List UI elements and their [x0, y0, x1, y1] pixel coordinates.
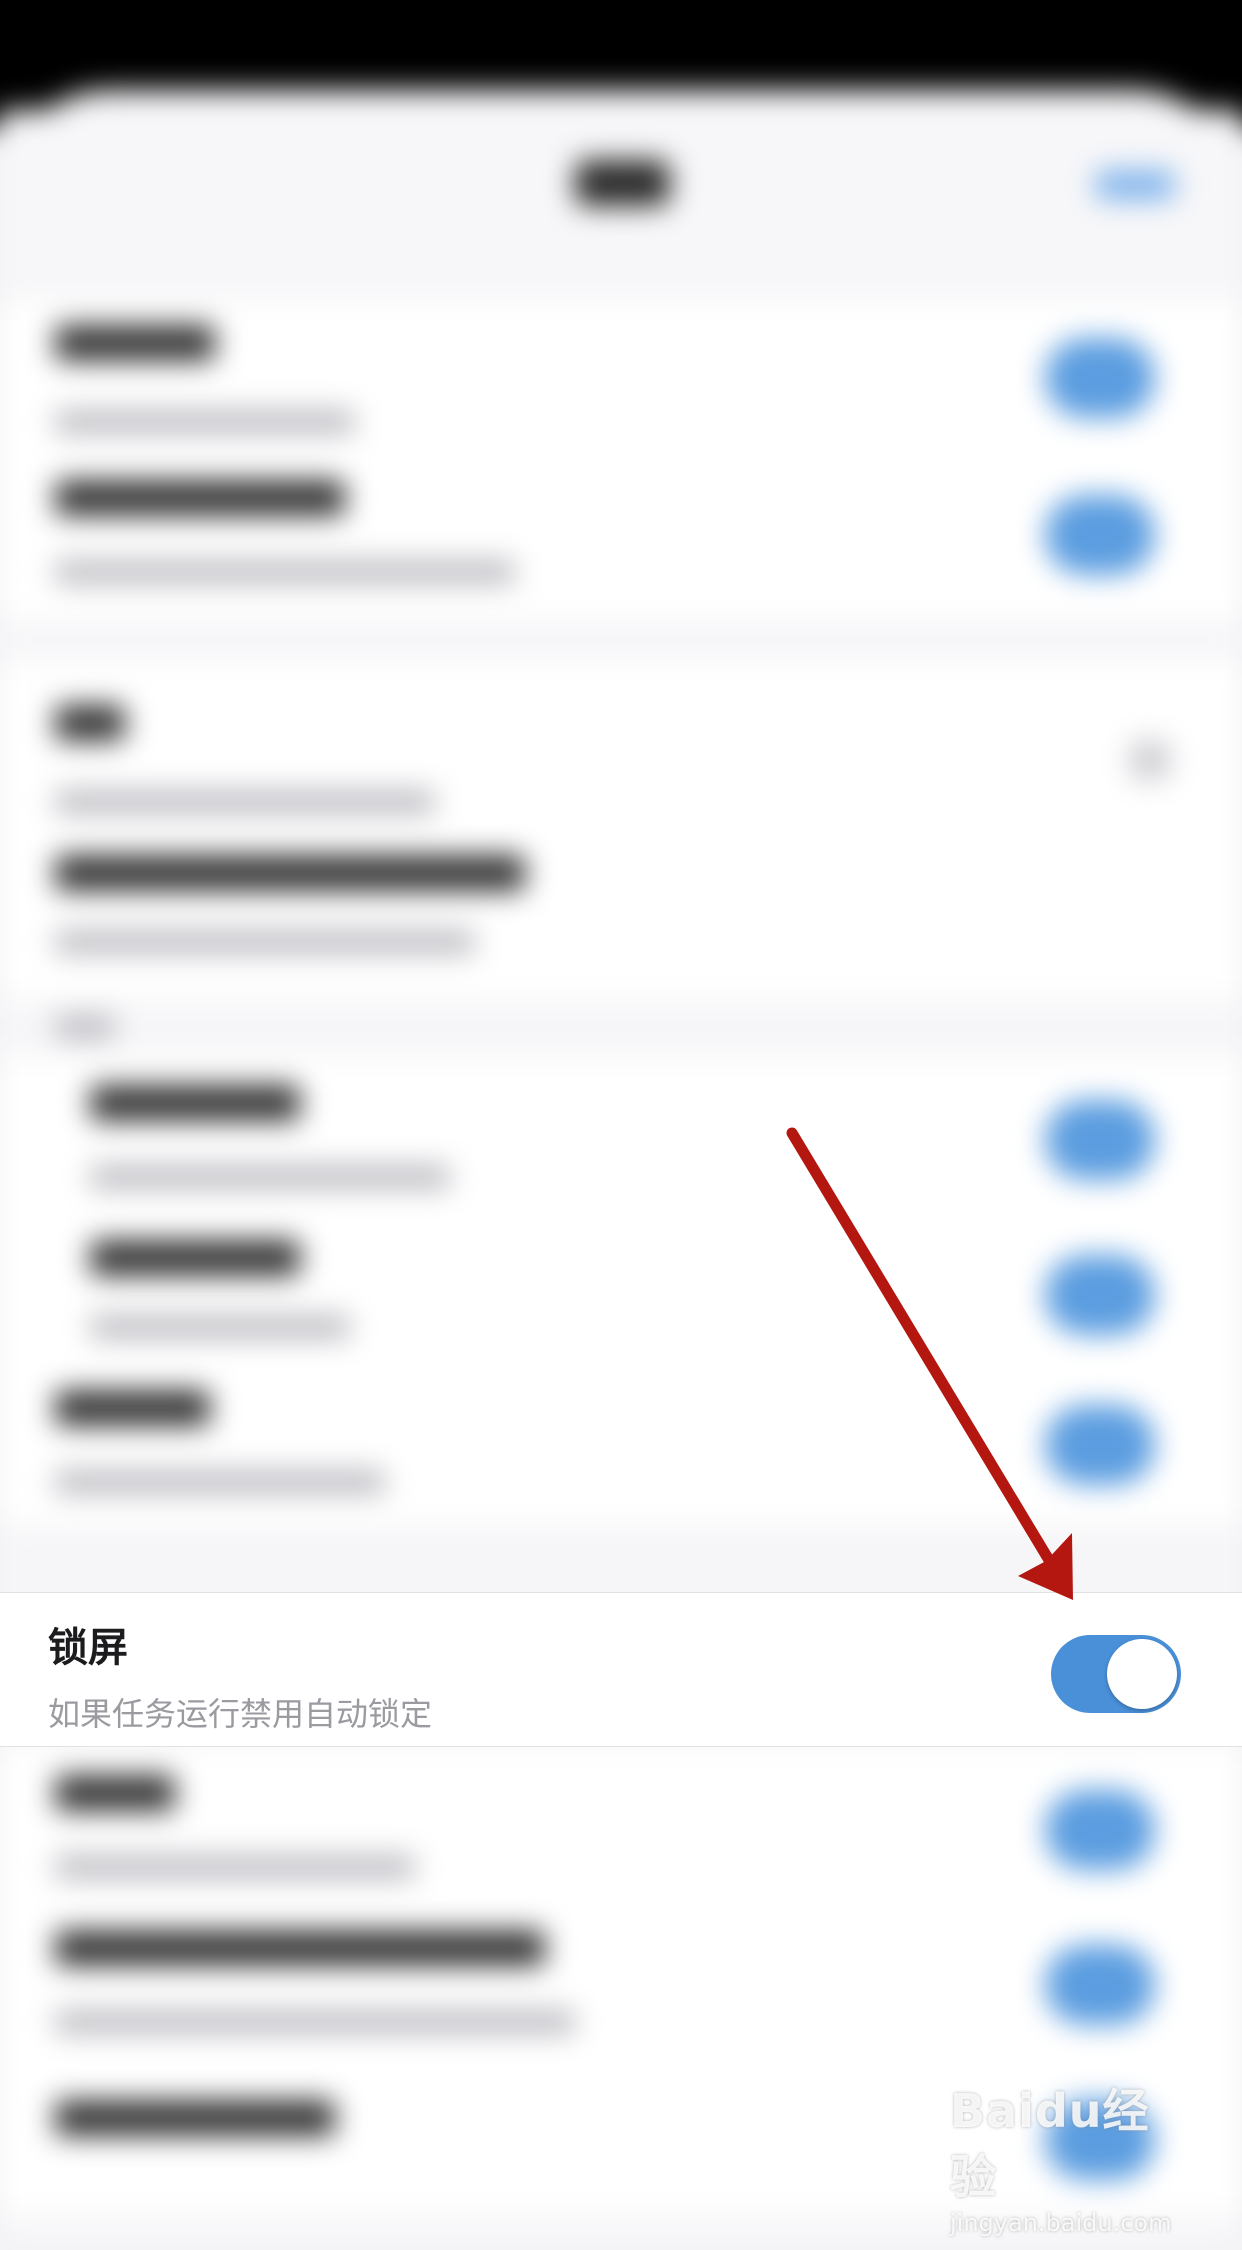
blurred-row-title	[55, 2100, 335, 2136]
blurred-row-title	[55, 705, 125, 741]
blurred-toggle	[1045, 1405, 1155, 1485]
blurred-row-title	[90, 1085, 300, 1121]
blurred-row-subtitle	[55, 930, 475, 954]
blurred-row-title	[55, 1930, 545, 1966]
watermark-logo-text: Baidu经验	[950, 2084, 1150, 2204]
blurred-row-title	[55, 1775, 175, 1811]
lock-screen-title: 锁屏	[48, 1625, 128, 1671]
blurred-row-subtitle	[90, 1165, 450, 1189]
lock-screen-subtitle: 如果任务运行禁用自动锁定	[48, 1695, 433, 1733]
toggle-knob	[1107, 1639, 1177, 1709]
navigation-title-blurred	[575, 160, 670, 206]
blurred-section-header	[55, 1015, 115, 1039]
lock-screen-setting-row: 锁屏 如果任务运行禁用自动锁定	[0, 1592, 1242, 1747]
navigation-action-blurred	[1095, 170, 1175, 200]
blurred-row-title	[90, 1240, 300, 1276]
blurred-toggle	[1045, 495, 1155, 575]
blurred-toggle	[1045, 1100, 1155, 1180]
watermark-url: jingyan.baidu.com	[950, 2209, 1172, 2237]
blurred-toggle	[1045, 1255, 1155, 1335]
blurred-settings-background	[0, 0, 1242, 2250]
blurred-row-subtitle	[90, 1315, 350, 1339]
blurred-row-title	[55, 855, 525, 891]
blurred-toggle	[1045, 1790, 1155, 1870]
blurred-row-title	[55, 325, 215, 361]
lock-screen-toggle[interactable]	[1051, 1635, 1181, 1713]
blurred-row-title	[55, 1390, 210, 1426]
blurred-row-subtitle	[55, 560, 515, 584]
blurred-row-subtitle	[55, 1855, 415, 1879]
blurred-row-subtitle	[55, 2010, 575, 2034]
blurred-row-title	[55, 480, 345, 516]
blurred-row-subtitle	[55, 410, 355, 434]
blurred-toggle	[1045, 1945, 1155, 2025]
blurred-toggle	[1045, 338, 1155, 418]
blurred-row-subtitle	[55, 790, 435, 814]
blurred-row-subtitle	[55, 1470, 385, 1494]
blurred-chevron-icon	[1130, 740, 1170, 780]
baidu-watermark: Baidu经验 jingyan.baidu.com	[950, 2075, 1190, 2237]
